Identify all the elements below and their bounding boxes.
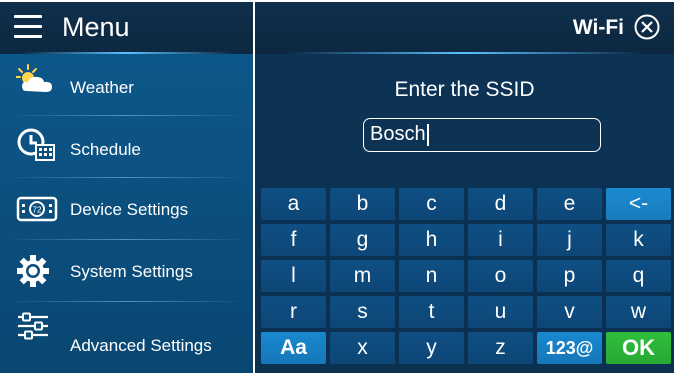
key-w[interactable]: w [606,296,671,328]
ssid-input[interactable]: Bosch [363,118,601,152]
ssid-input-value: Bosch [370,123,426,145]
ssid-prompt: Enter the SSID [394,78,535,101]
menu-item-label: Advanced Settings [70,336,212,355]
device-settings-icon: 72 [16,196,58,227]
key-x[interactable]: x [330,332,395,364]
key-i[interactable]: i [468,224,533,256]
gear-icon [16,254,50,293]
menu-title: Menu [62,12,130,42]
key-g[interactable]: g [330,224,395,256]
sliders-icon [16,312,50,349]
menu-item-label: Weather [70,78,134,97]
key-m[interactable]: m [330,260,395,292]
wifi-panel: Wi-Fi Enter the SSID Bosch a b c d e <- … [255,2,674,373]
key-p[interactable]: p [537,260,602,292]
close-circle-icon[interactable] [634,14,660,40]
key-case-toggle[interactable]: Aa [261,332,326,364]
key-t[interactable]: t [399,296,464,328]
key-d[interactable]: d [468,188,533,220]
ok-button[interactable]: OK [606,332,671,364]
menu-item-label: Device Settings [70,200,189,219]
key-h[interactable]: h [399,224,464,256]
on-screen-keyboard: a b c d e <- f g h i j k l m n o p q r s… [261,188,673,371]
menu-header[interactable]: Menu [0,2,253,54]
key-y[interactable]: y [399,332,464,364]
key-n[interactable]: n [399,260,464,292]
menu-item-label: System Settings [70,262,193,281]
key-b[interactable]: b [330,188,395,220]
menu-item-device-settings[interactable]: 72 Device Settings [0,178,253,240]
key-r[interactable]: r [261,296,326,328]
key-k[interactable]: k [606,224,671,256]
key-f[interactable]: f [261,224,326,256]
thermostat-screen: Menu Weather Schedule 72 Device Settings… [0,0,674,375]
wifi-title: Wi-Fi [572,16,624,39]
key-z[interactable]: z [468,332,533,364]
hamburger-icon[interactable] [14,15,42,39]
weather-icon [15,64,56,101]
menu-item-schedule[interactable]: Schedule [0,116,253,178]
key-o[interactable]: o [468,260,533,292]
key-c[interactable]: c [399,188,464,220]
schedule-icon [16,128,56,167]
key-u[interactable]: u [468,296,533,328]
key-a[interactable]: a [261,188,326,220]
key-numbers-symbols[interactable]: 123@ [537,332,602,364]
key-v[interactable]: v [537,296,602,328]
key-l[interactable]: l [261,260,326,292]
svg-text:72: 72 [33,206,42,215]
side-menu: Menu Weather Schedule 72 Device Settings… [0,2,253,373]
key-backspace[interactable]: <- [606,188,671,220]
key-j[interactable]: j [537,224,602,256]
key-q[interactable]: q [606,260,671,292]
panel-header: Wi-Fi [255,2,674,54]
menu-item-label: Schedule [70,140,141,159]
key-e[interactable]: e [537,188,602,220]
text-caret [426,123,429,146]
key-s[interactable]: s [330,296,395,328]
menu-item-advanced-settings[interactable]: Advanced Settings [0,302,253,364]
menu-item-system-settings[interactable]: System Settings [0,240,253,302]
panel-header-divider [285,52,644,54]
menu-item-weather[interactable]: Weather [0,54,253,116]
